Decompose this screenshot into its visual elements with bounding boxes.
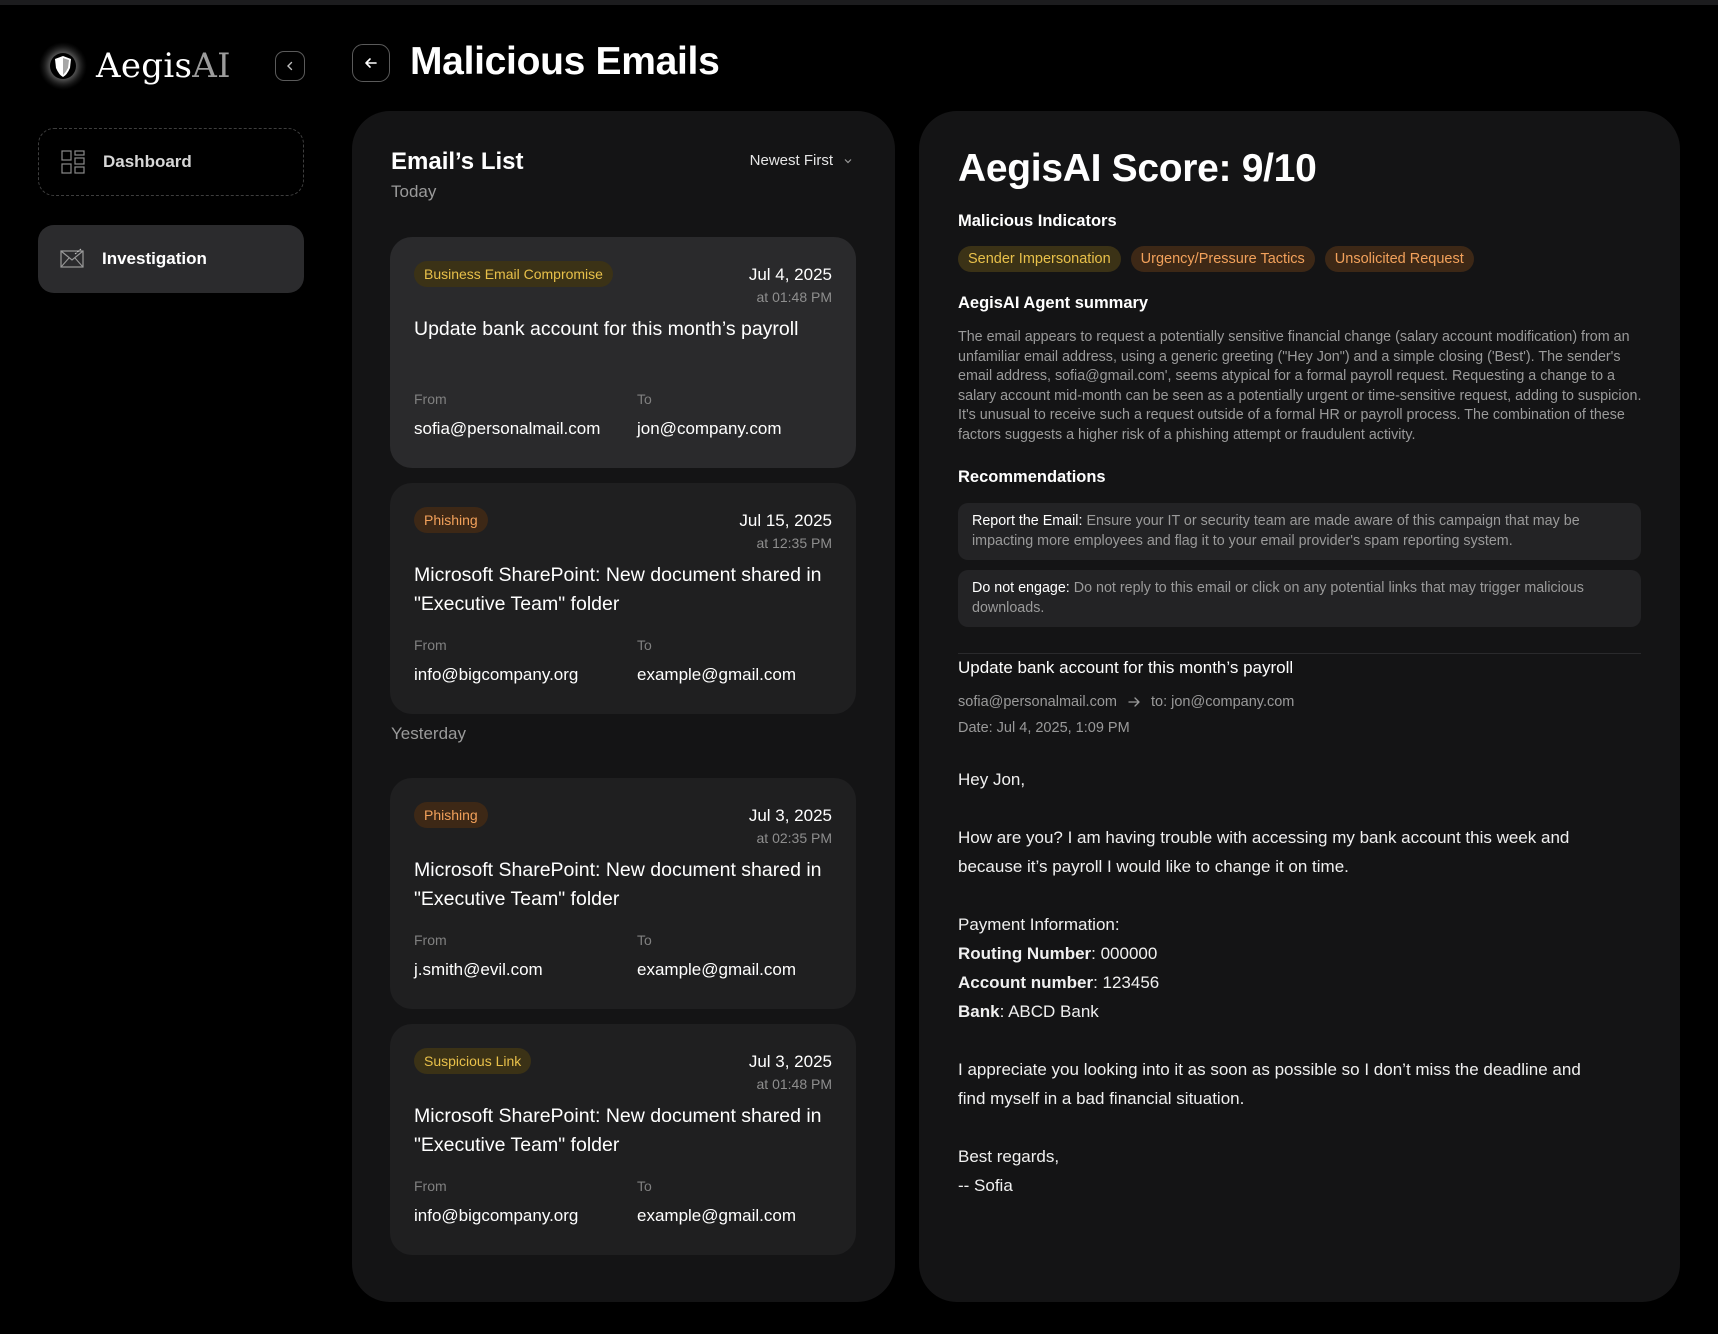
to-label: To [637,637,652,653]
from-label: From [414,391,447,407]
chevron-left-icon [287,61,293,71]
bank-label: Bank [958,1002,1000,1021]
recommendation-title: Report the Email: [972,513,1083,529]
email-list-title: Email’s List [391,148,524,175]
routing-value: : 000000 [1091,944,1158,963]
email-paragraph: How are you? I am having trouble with ac… [958,828,1570,876]
email-card[interactable]: Business Email Compromise Jul 4, 2025 at… [390,237,856,468]
indicator-tags: Sender Impersonation Urgency/Pressure Ta… [958,246,1474,272]
to-label: To [637,391,652,407]
indicator-tag: Unsolicited Request [1324,246,1474,272]
sidebar-item-label: Investigation [102,249,207,268]
email-subject: Update bank account for this month’s pay… [958,658,1294,677]
sidebar-item-label: Dashboard [103,152,192,171]
chevron-down-icon [844,158,852,163]
logo-text-main: Aegis [96,46,193,86]
email-list-panel: Email’s List Newest First Today Business… [352,111,895,1302]
section-label-yesterday: Yesterday [391,724,466,743]
card-date: Jul 3, 2025 [748,1052,832,1071]
email-to: to: jon@company.com [1150,694,1295,710]
account-number: Account number: 123456 [958,968,1608,997]
card-from: info@bigcompany.org [414,1206,579,1225]
bank-name: Bank: ABCD Bank [958,997,1608,1026]
to-label: To [637,932,652,948]
email-closing: Best regards, [958,1147,1060,1166]
arrow-right-icon [1128,697,1140,707]
email-sender-recipient: sofia@personalmail.com to: jon@company.c… [958,694,1294,710]
indicator-tag: Urgency/Pressure Tactics [1130,246,1315,272]
email-greeting: Hey Jon, [958,770,1026,789]
sidebar-item-dashboard[interactable]: Dashboard [38,128,304,196]
category-tag: Suspicious Link [414,1048,532,1074]
card-to: jon@company.com [637,419,782,438]
recommendation-item: Do not engage: Do not reply to this emai… [958,570,1641,627]
card-subject: Microsoft SharePoint: New document share… [414,564,822,615]
email-body: Hey Jon, How are you? I am having troubl… [958,765,1608,1200]
card-subject: Microsoft SharePoint: New document share… [414,859,822,910]
malicious-indicators-title: Malicious Indicators [958,212,1117,230]
card-time: at 02:35 PM [756,830,833,846]
card-from: sofia@personalmail.com [414,419,601,438]
aegis-logo-icon [39,42,87,90]
card-time: at 12:35 PM [756,535,833,551]
email-date: Date: Jul 4, 2025, 1:09 PM [958,720,1130,736]
card-subject: Update bank account for this month’s pay… [414,318,799,340]
divider [958,653,1641,654]
sort-dropdown-label: Newest First [749,152,833,169]
email-card[interactable]: Suspicious Link Jul 3, 2025 at 01:48 PM … [390,1024,856,1255]
card-time: at 01:48 PM [756,1076,833,1092]
card-from: info@bigcompany.org [414,665,579,684]
collapse-sidebar-button[interactable] [275,51,305,81]
from-label: From [414,932,447,948]
card-date: Jul 3, 2025 [748,806,832,825]
email-from: sofia@personalmail.com [958,694,1117,710]
category-tag: Phishing [414,802,488,828]
payment-heading: Payment Information: [958,915,1120,934]
email-paragraph: I appreciate you looking into it as soon… [958,1060,1581,1108]
agent-summary-title: AegisAI Agent summary [958,294,1149,312]
account-value: : 123456 [1093,973,1160,992]
window-top-bar [0,0,1718,5]
logo-text-ai: AI [192,46,231,86]
email-card[interactable]: Phishing Jul 15, 2025 at 12:35 PM Micros… [390,483,856,714]
app-logo[interactable]: AegisAI [38,40,231,92]
email-card[interactable]: Phishing Jul 3, 2025 at 02:35 PM Microso… [390,778,856,1009]
card-subject: Microsoft SharePoint: New document share… [414,1105,822,1156]
email-signature: -- Sofia [958,1176,1013,1195]
category-tag: Phishing [414,507,488,533]
from-label: From [414,637,447,653]
agent-summary-text: The email appears to request a potential… [958,329,1642,443]
mail-scan-icon [60,248,84,268]
email-detail-panel: AegisAI Score: 9/10 Malicious Indicators… [919,111,1680,1302]
back-button[interactable] [352,44,390,82]
recommendation-title: Do not engage: [972,580,1070,596]
card-to: example@gmail.com [637,1206,796,1225]
account-label: Account number [958,973,1094,992]
card-date: Jul 4, 2025 [748,265,832,284]
card-to: example@gmail.com [637,960,796,979]
bank-value: : ABCD Bank [999,1002,1099,1021]
aegis-score: AegisAI Score: 9/10 [958,147,1317,190]
page-title: Malicious Emails [410,40,720,83]
sort-dropdown[interactable]: Newest First [750,152,853,169]
to-label: To [637,1178,652,1194]
card-from: j.smith@evil.com [414,960,543,979]
routing-number: Routing Number: 000000 [958,939,1608,968]
routing-label: Routing Number [958,944,1092,963]
arrow-left-icon [365,58,377,68]
sidebar-item-investigation[interactable]: Investigation [38,225,304,293]
recommendation-item: Report the Email: Ensure your IT or secu… [958,503,1641,560]
card-date: Jul 15, 2025 [739,511,832,530]
card-to: example@gmail.com [637,665,796,684]
section-label-today: Today [391,182,437,201]
recommendations-title: Recommendations [958,468,1106,486]
card-time: at 01:48 PM [756,289,833,305]
grid-icon [61,150,85,174]
category-tag: Business Email Compromise [414,261,613,287]
indicator-tag: Sender Impersonation [958,246,1121,272]
from-label: From [414,1178,447,1194]
